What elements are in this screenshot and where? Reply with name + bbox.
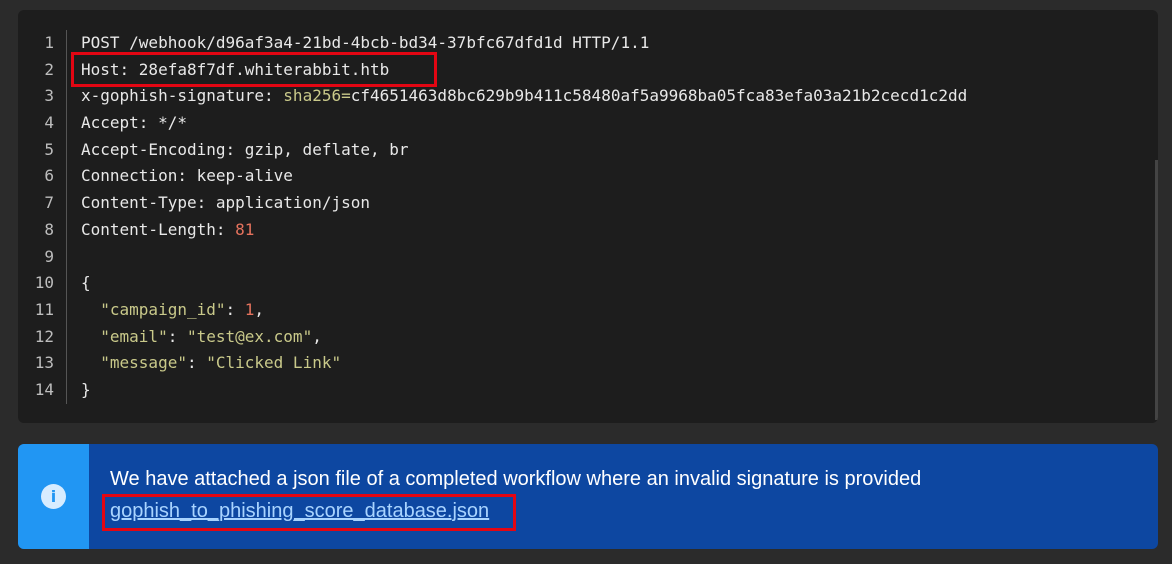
connection-text: Connection: keep-alive [81,166,293,186]
line-number: 3 [44,86,54,106]
request-line-text: POST /webhook/d96af3a4-21bd-4bcb-bd34-37… [81,33,650,52]
host-header-text: Host: 28efa8f7df.whiterabbit.htb [81,59,390,79]
line-number: 13 [34,353,54,373]
signature-algo: sha256= [283,86,351,106]
message-key: "message" [100,353,187,373]
info-alert: i We have attached a json file of a comp… [18,444,1158,549]
email-value: "test@ex.com" [186,326,313,346]
code-line-close-brace: } [81,377,1148,404]
email-key: "email" [100,326,168,346]
code-line-campaign: "campaign_id": 1, [100,299,265,319]
code-line-message: "message": "Clicked Link" [100,353,342,373]
accept-header-text: Accept: */* [81,113,187,133]
alert-icon-panel: i [18,444,89,549]
line-number: 6 [44,166,54,186]
code-line-request: POST /webhook/d96af3a4-21bd-4bcb-bd34-37… [81,30,1148,57]
line-number: 8 [44,219,54,239]
code-line-email: "email": "test@ex.com", [100,326,322,346]
line-number-gutter: 1 2 3 4 5 6 7 8 9 10 11 12 13 14 [18,30,67,404]
scrollbar[interactable] [1155,160,1158,420]
code-content: POST /webhook/d96af3a4-21bd-4bcb-bd34-37… [81,30,1148,404]
line-number: 2 [44,59,54,79]
close-brace: } [81,379,91,399]
campaign-value: 1 [244,299,255,319]
code-line-content-length: Content-Length: 81 [81,217,1148,244]
line-number: 10 [34,273,54,293]
code-line-signature: x-gophish-signature: sha256=cf4651463d8b… [81,83,1148,110]
info-icon: i [41,484,66,509]
code-line-accept-encoding: Accept-Encoding: gzip, deflate, br [81,137,1148,164]
code-line-accept: Accept: */* [81,110,1148,137]
line-number: 1 [44,33,54,52]
code-line-connection: Connection: keep-alive [81,163,1148,190]
message-value: "Clicked Link" [206,353,342,373]
json-file-link[interactable]: gophish_to_phishing_score_database.json [110,500,489,523]
code-line-content-type: Content-Type: application/json [81,190,1148,217]
alert-message: We have attached a json file of a comple… [110,468,922,490]
signature-key: x-gophish-signature: [81,86,284,106]
line-number: 9 [44,246,54,266]
code-line-open-brace: { [81,270,1148,297]
content-length-key: Content-Length: [81,219,236,239]
line-number: 11 [34,299,54,319]
code-block: 1 2 3 4 5 6 7 8 9 10 11 12 13 14 POST /w… [18,10,1158,423]
signature-value: cf4651463d8bc629b9b411c58480af5a9968ba05… [350,86,968,106]
campaign-key: "campaign_id" [100,299,226,319]
content-type-text: Content-Type: application/json [81,193,370,213]
line-number: 7 [44,193,54,213]
content-length-value: 81 [235,219,255,239]
line-number: 4 [44,113,54,133]
open-brace: { [81,273,91,293]
accept-encoding-text: Accept-Encoding: gzip, deflate, br [81,139,409,159]
line-number: 5 [44,139,54,159]
line-number: 14 [34,379,54,399]
line-number: 12 [34,326,54,346]
code-line-host: Host: 28efa8f7df.whiterabbit.htb [81,57,1148,84]
